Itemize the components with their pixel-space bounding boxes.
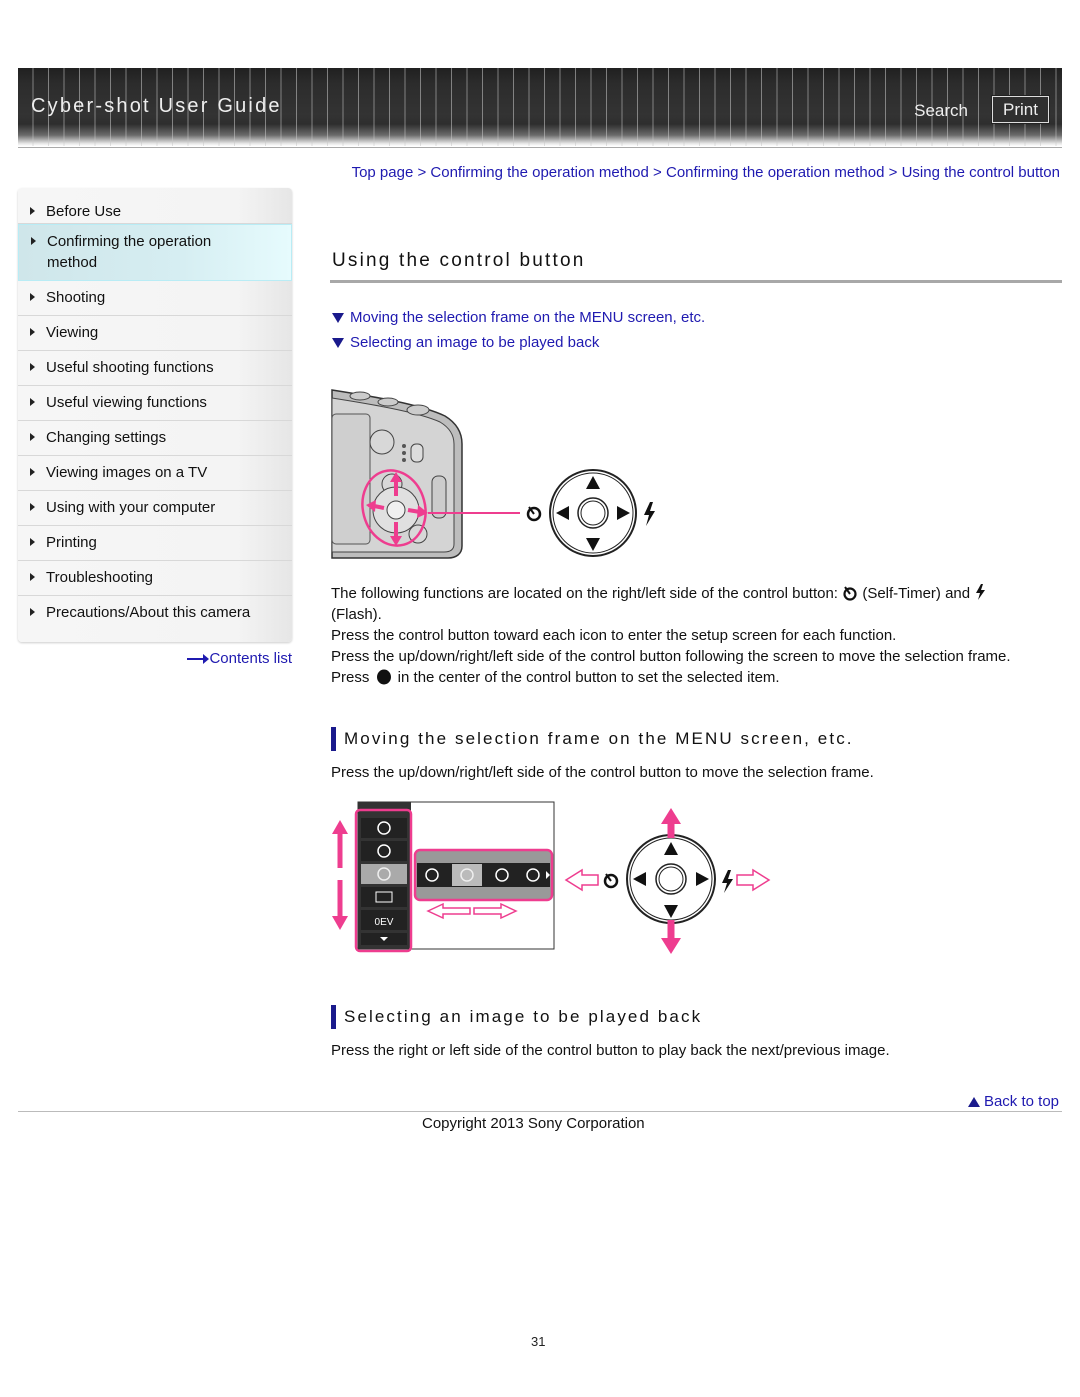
- triangle-right-icon: [30, 207, 35, 215]
- sidebar-item-useful-viewing[interactable]: Useful viewing functions: [18, 386, 292, 421]
- triangle-right-icon: [30, 363, 35, 371]
- app-title: Cyber-shot User Guide: [31, 95, 282, 117]
- sidebar-item-precautions[interactable]: Precautions/About this camera: [18, 596, 292, 632]
- center-button-icon: [376, 669, 391, 685]
- sidebar-item-label: Viewing: [46, 324, 99, 341]
- toc-label: Selecting an image to be played back: [350, 334, 600, 351]
- triangle-right-icon: [30, 503, 35, 511]
- sidebar-item-viewing-tv[interactable]: Viewing images on a TV: [18, 456, 292, 491]
- intro-line-4: Press in the center of the control butto…: [331, 667, 1061, 688]
- section-heading-moving-selection: Moving the selection frame on the MENU s…: [331, 727, 854, 751]
- sidebar-item-label: Printing: [46, 534, 97, 551]
- flash-icon: [644, 502, 655, 526]
- triangle-right-icon: [30, 608, 35, 616]
- triangle-right-icon: [30, 328, 35, 336]
- toc-link-moving-selection[interactable]: Moving the selection frame on the MENU s…: [332, 305, 705, 330]
- toc-link-selecting-image[interactable]: Selecting an image to be played back: [332, 330, 705, 355]
- breadcrumb-top-page[interactable]: Top page: [352, 164, 414, 181]
- menu-screen-illustration: 0EV: [354, 801, 555, 953]
- back-to-top-label: Back to top: [983, 1093, 1059, 1110]
- back-to-top-link[interactable]: Back to top: [967, 1093, 1059, 1110]
- sidebar-item-label: Shooting: [46, 289, 106, 306]
- triangle-right-icon: [30, 433, 35, 441]
- title-divider: [330, 280, 1062, 283]
- section-text-selecting-image: Press the right or left side of the cont…: [331, 1042, 890, 1059]
- sidebar-item-label: Precautions/About this camera: [46, 604, 251, 621]
- header-divider: [18, 147, 1062, 148]
- section-text-moving-selection: Press the up/down/right/left side of the…: [331, 764, 874, 781]
- sidebar-item-troubleshooting[interactable]: Troubleshooting: [18, 561, 292, 596]
- breadcrumb-separator: >: [888, 164, 902, 181]
- sidebar-item-shooting[interactable]: Shooting: [18, 281, 292, 316]
- sidebar-item-label: Viewing images on a TV: [46, 464, 208, 481]
- sidebar-item-computer[interactable]: Using with your computer: [18, 491, 292, 526]
- flash-icon: [722, 870, 733, 893]
- triangle-right-icon: [30, 573, 35, 581]
- sidebar-item-label: Before Use: [46, 203, 122, 220]
- breadcrumb-confirming-1[interactable]: Confirming the operation method: [430, 164, 648, 181]
- intro-line-2: Press the control button toward each ico…: [331, 627, 897, 644]
- sidebar-item-label: Troubleshooting: [46, 569, 154, 586]
- intro-line-3: Press the up/down/right/left side of the…: [331, 648, 1011, 665]
- heading-accent-bar: [331, 727, 336, 751]
- intro-text-part: in the center of the control button to s…: [393, 669, 780, 686]
- camera-control-button-figure: [331, 389, 655, 559]
- section-heading-selecting-image: Selecting an image to be played back: [331, 1005, 702, 1029]
- triangle-down-icon: [332, 312, 344, 323]
- sidebar-item-label: Using with your computer: [46, 499, 216, 516]
- heading-accent-bar: [331, 1005, 336, 1029]
- triangle-right-icon: [30, 398, 35, 406]
- sidebar-nav: Before Use Confirming the operation meth…: [18, 188, 292, 642]
- self-timer-icon: [603, 873, 619, 889]
- flash-icon: [976, 584, 986, 600]
- sidebar-item-viewing[interactable]: Viewing: [18, 316, 292, 351]
- triangle-right-icon: [30, 293, 35, 301]
- triangle-right-icon: [30, 538, 35, 546]
- triangle-down-icon: [332, 337, 344, 348]
- self-timer-icon: [843, 586, 857, 601]
- sidebar-item-label: Useful shooting functions: [46, 359, 214, 376]
- triangle-right-icon: [30, 468, 35, 476]
- breadcrumb: Top page > Confirming the operation meth…: [340, 162, 1060, 184]
- sidebar-item-changing-settings[interactable]: Changing settings: [18, 421, 292, 456]
- print-button[interactable]: Print: [991, 95, 1050, 124]
- breadcrumb-separator: >: [417, 164, 431, 181]
- breadcrumb-current[interactable]: Using the control button: [902, 164, 1060, 181]
- page-number: 31: [531, 1334, 546, 1349]
- intro-text-part: (Self-Timer) and: [858, 585, 975, 602]
- self-timer-icon: [526, 506, 542, 522]
- control-wheel-illustration: [549, 469, 637, 557]
- sidebar-item-before-use[interactable]: Before Use: [18, 188, 292, 224]
- header-bar: Cyber-shot User Guide Search Print: [18, 68, 1062, 146]
- section-heading-text: Selecting an image to be played back: [344, 1007, 703, 1026]
- breadcrumb-confirming-2[interactable]: Confirming the operation method: [666, 164, 884, 181]
- intro-line-1-cont: (Flash).: [331, 606, 382, 623]
- breadcrumb-separator: >: [653, 164, 666, 181]
- copyright-text: Copyright 2013 Sony Corporation: [422, 1115, 645, 1132]
- intro-line-1: The following functions are located on t…: [331, 583, 1061, 604]
- intro-text: The following functions are located on t…: [331, 583, 1061, 688]
- page-title: Using the control button: [332, 250, 586, 271]
- section-toc: Moving the selection frame on the MENU s…: [332, 305, 705, 355]
- toc-label: Moving the selection frame on the MENU s…: [350, 309, 706, 326]
- control-wheel-illustration: [626, 832, 716, 926]
- section-heading-text: Moving the selection frame on the MENU s…: [344, 729, 854, 748]
- sidebar-item-label: Changing settings: [46, 429, 167, 446]
- search-link[interactable]: Search: [914, 101, 968, 121]
- intro-text-part: Press: [331, 669, 374, 686]
- sidebar-item-printing[interactable]: Printing: [18, 526, 292, 561]
- triangle-right-icon: [31, 237, 36, 245]
- contents-list-label: Contents list: [209, 650, 292, 667]
- contents-list-link[interactable]: Contents list: [187, 650, 292, 667]
- sidebar-item-confirming-operation[interactable]: Confirming the operation method: [18, 224, 292, 281]
- footer-divider: [18, 1111, 1062, 1112]
- sidebar-item-label: Confirming the operation method: [47, 233, 212, 271]
- ev-label: 0EV: [375, 917, 394, 928]
- intro-text-part: The following functions are located on t…: [331, 585, 843, 602]
- sidebar-item-label: Useful viewing functions: [46, 394, 207, 411]
- arrow-right-icon: [187, 653, 210, 664]
- menu-selection-figure: 0EV: [332, 801, 771, 954]
- triangle-up-icon: [967, 1096, 980, 1107]
- sidebar-item-useful-shooting[interactable]: Useful shooting functions: [18, 351, 292, 386]
